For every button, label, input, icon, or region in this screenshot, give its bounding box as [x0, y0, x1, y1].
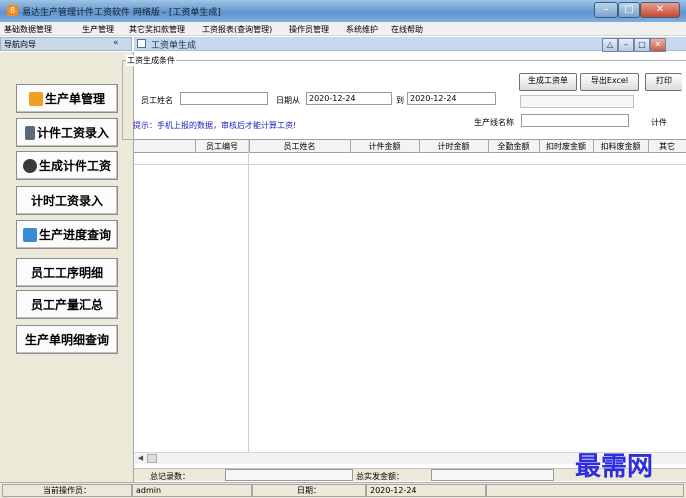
nav-collapse-icon[interactable]: « [113, 38, 119, 48]
col-attendance-amount[interactable]: 全勤金额 [488, 140, 540, 153]
nav-label: 计件工资录入 [36, 126, 109, 140]
total-records-value [225, 469, 353, 481]
operator-label: 当前操作员： [2, 484, 132, 497]
menu-production[interactable]: 生产管理 [82, 24, 114, 35]
nav-employee-process[interactable]: 员工工序明细 [16, 258, 118, 287]
menu-bonus-deduction[interactable]: 其它奖扣款管理 [129, 24, 185, 35]
nav-output-summary[interactable]: 员工产量汇总 [16, 290, 118, 319]
conditions-group-label: 工资生成条件 [126, 55, 176, 66]
child-close-button[interactable]: ✕ [650, 38, 666, 52]
child-minimize-button[interactable]: △ [602, 38, 618, 52]
document-icon [137, 39, 146, 48]
nav-label: 员工工序明细 [30, 266, 103, 280]
col-piece-amount[interactable]: 计件金额 [350, 140, 420, 153]
nav-order-detail-query[interactable]: 生产单明细查询 [16, 325, 118, 354]
status-bar: 当前操作员： admin 日期： 2020-12-24 [0, 482, 686, 498]
col-material-waste-deduction[interactable]: 扣料废金额 [593, 140, 649, 153]
menu-operator[interactable]: 操作员管理 [289, 24, 329, 35]
production-line-input[interactable] [521, 114, 629, 127]
status-field [520, 95, 634, 108]
nav-label: 生成计件工资 [38, 159, 111, 173]
menu-maintenance[interactable]: 系统维护 [346, 24, 378, 35]
nav-progress-query[interactable]: 生产进度查询 [16, 220, 118, 249]
date-value: 2020-12-24 [366, 484, 486, 497]
generate-payroll-button[interactable]: 生成工资单 [519, 73, 577, 91]
piece-button[interactable]: 计件 [651, 117, 667, 128]
col-row-selector [134, 140, 196, 153]
col-time-waste-deduction[interactable]: 扣时废金额 [539, 140, 594, 153]
child-restore-button[interactable]: – [618, 38, 634, 52]
date-to-input[interactable]: 2020-12-24 [407, 92, 496, 105]
table-row[interactable] [134, 154, 686, 165]
scroll-thumb[interactable] [147, 454, 157, 463]
status-empty-cell [486, 484, 684, 497]
maximize-button[interactable]: □ [618, 2, 640, 18]
production-line-label: 生产线名称 [474, 118, 514, 127]
nav-label: 生产单管理 [44, 92, 105, 106]
operator-value: admin [132, 484, 252, 497]
date-from-label: 日期从 [276, 96, 300, 105]
child-window-title: 工资单生成 [151, 41, 197, 51]
print-button[interactable]: 打印 [645, 73, 682, 91]
total-records-label: 总记录数： [150, 472, 190, 481]
total-pay-value [431, 469, 554, 481]
export-excel-button[interactable]: 导出Excel [580, 73, 639, 91]
nav-panel: 生产单管理 计件工资录入 生成计件工资 计时工资录入 生产进度查询 员工工序明细… [0, 52, 134, 486]
date-from-input[interactable]: 2020-12-24 [306, 92, 392, 105]
window-title: 易达生产管理计件工资软件 网络版 - [工资单生成] [22, 8, 221, 18]
date-label: 日期： [252, 484, 366, 497]
edit-icon [24, 125, 35, 140]
nav-time-wage-entry[interactable]: 计时工资录入 [16, 186, 118, 215]
folder-icon [28, 91, 43, 106]
nav-label: 计时工资录入 [30, 194, 103, 208]
menu-help[interactable]: 在线帮助 [391, 24, 423, 35]
scroll-left-icon[interactable]: ◀ [136, 454, 145, 463]
nav-generate-piece-wage[interactable]: 生成计件工资 [16, 151, 118, 180]
col-other[interactable]: 其它 [648, 140, 686, 153]
nav-piece-wage-entry[interactable]: 计件工资录入 [16, 118, 118, 147]
child-window-header: 工资单生成 △ – □ ✕ [134, 37, 686, 52]
col-time-amount[interactable]: 计时金额 [419, 140, 489, 153]
nav-label: 生产单明细查询 [24, 333, 109, 347]
nav-header: 导航向导 « [0, 37, 132, 51]
hint-text: 提示：手机上报的数据，审核后才能计算工资! [133, 121, 297, 130]
employee-name-input[interactable] [180, 92, 268, 105]
grid-divider [248, 140, 249, 463]
grid-header: 员工编号 员工姓名 计件金额 计时金额 全勤金额 扣时废金额 扣料废金额 其它 [134, 140, 686, 153]
child-maximize-button[interactable]: □ [634, 38, 650, 52]
col-employee-id[interactable]: 员工编号 [195, 140, 250, 153]
payroll-grid: 员工编号 员工姓名 计件金额 计时金额 全勤金额 扣时废金额 扣料废金额 其它 [134, 139, 686, 463]
minimize-button[interactable]: – [594, 2, 618, 18]
nav-label: 员工产量汇总 [30, 298, 103, 312]
employee-name-label: 员工姓名 [141, 96, 173, 105]
menu-basic-data[interactable]: 基础数据管理 [4, 24, 52, 35]
date-to-label: 到 [396, 96, 404, 105]
app-icon: 8 [7, 5, 18, 16]
nav-label: 生产进度查询 [38, 228, 111, 242]
close-button[interactable]: ✕ [640, 2, 680, 18]
total-pay-label: 总实发金额： [356, 472, 404, 481]
menu-bar: 基础数据管理 生产管理 其它奖扣款管理 工资报表(查询管理) 操作员管理 系统维… [0, 22, 686, 36]
col-employee-name[interactable]: 员工姓名 [249, 140, 351, 153]
nav-production-order[interactable]: 生产单管理 [16, 84, 118, 113]
title-bar: 8 易达生产管理计件工资软件 网络版 - [工资单生成] – □ ✕ [0, 0, 686, 22]
money-bag-icon [22, 158, 37, 173]
nav-title: 导航向导 [4, 40, 36, 49]
watermark-logo: 最需网 [575, 452, 654, 482]
chart-icon [22, 227, 37, 242]
menu-reports[interactable]: 工资报表(查询管理) [202, 24, 272, 35]
